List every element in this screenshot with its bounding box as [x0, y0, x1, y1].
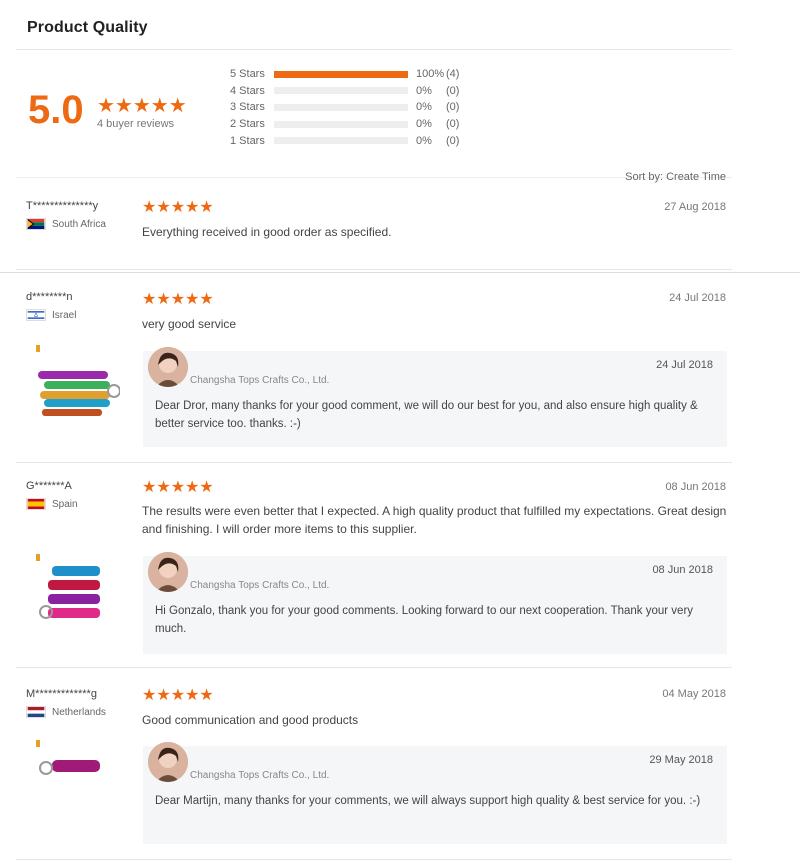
review-stars: ★★★★★: [142, 687, 214, 704]
distribution-percent: 0%: [416, 101, 432, 114]
distribution-count: (0): [446, 84, 460, 97]
distribution-row-2[interactable]: 2 Stars 0% (0): [230, 116, 470, 133]
country-name: Netherlands: [52, 706, 106, 718]
reply-date: 08 Jun 2018: [652, 564, 713, 576]
star-icons: ★★★★★: [97, 95, 187, 117]
review-stars: ★★★★★: [142, 199, 214, 216]
seller-reply: Changsha Tops Crafts Co., Ltd. 29 May 20…: [143, 742, 727, 844]
review-date: 08 Jun 2018: [665, 481, 726, 493]
average-stars: ★★★★★: [97, 93, 187, 118]
distribution-count: (4): [446, 68, 460, 81]
reviewer-country: Israel: [26, 309, 76, 321]
review-date: 24 Jul 2018: [669, 292, 726, 304]
section-divider: [0, 272, 800, 273]
buyer-review-count: 4 buyer reviews: [97, 118, 175, 130]
review-photo-thumbnail[interactable]: [30, 552, 120, 632]
distribution-bar: [274, 103, 408, 111]
review-item: G*******A Spain ★★★★★ 08 Jun 2018 The re…: [16, 468, 732, 668]
distribution-row-4[interactable]: 4 Stars 0% (0): [230, 83, 470, 100]
reply-text: Dear Dror, many thanks for your good com…: [155, 400, 698, 430]
distribution-row-5[interactable]: 5 Stars 100% (4): [230, 66, 470, 83]
seller-reply: Changsha Tops Crafts Co., Ltd. 24 Jul 20…: [143, 347, 727, 447]
distribution-label: 3 Stars: [230, 101, 265, 114]
distribution-percent: 0%: [416, 134, 432, 147]
distribution-percent: 100%: [416, 68, 445, 81]
country-name: Spain: [52, 498, 78, 510]
distribution-label: 4 Stars: [230, 84, 265, 97]
distribution-row-3[interactable]: 3 Stars 0% (0): [230, 99, 470, 116]
distribution-bar: [274, 87, 408, 95]
distribution-label: 2 Stars: [230, 118, 265, 131]
seller-avatar: [148, 742, 188, 782]
bottle-opener-photo-icon: [36, 554, 100, 619]
panel-header: Product Quality: [16, 0, 732, 50]
review-text: very good service: [142, 317, 237, 331]
reviewer-name: G*******A: [26, 480, 72, 492]
seller-avatar-icon: [148, 742, 188, 782]
reply-date: 24 Jul 2018: [656, 359, 713, 371]
review-stars: ★★★★★: [142, 479, 214, 496]
seller-name: Changsha Tops Crafts Co., Ltd.: [190, 580, 330, 591]
reviewer-country: South Africa: [26, 218, 106, 230]
seller-name: Changsha Tops Crafts Co., Ltd.: [190, 770, 330, 781]
reviewer-country: Netherlands: [26, 706, 106, 718]
reviewer-name: T**************y: [26, 200, 99, 212]
seller-name: Changsha Tops Crafts Co., Ltd.: [190, 375, 330, 386]
seller-avatar: [148, 347, 188, 387]
review-item: T**************y South Africa ★★★★★ 27 A…: [16, 180, 732, 270]
review-photo-thumbnail[interactable]: [30, 343, 121, 423]
distribution-label: 5 Stars: [230, 68, 265, 81]
reviewer-name: M*************g: [26, 688, 97, 700]
rating-distribution: 5 Stars 100% (4) 4 Stars 0% (0) 3 Stars …: [230, 66, 470, 149]
review-item: M*************g Netherlands ★★★★★ 04 May…: [16, 676, 732, 860]
product-quality-panel: Product Quality 5.0 ★★★★★ 4 buyer review…: [16, 0, 732, 861]
reply-date: 29 May 2018: [649, 754, 713, 766]
seller-avatar-icon: [148, 347, 188, 387]
distribution-percent: 0%: [416, 84, 432, 97]
distribution-bar: [274, 137, 408, 145]
bottle-opener-photo-icon: [36, 345, 121, 416]
reply-text: Hi Gonzalo, thank you for your good comm…: [155, 605, 694, 635]
seller-avatar: [148, 552, 188, 592]
distribution-count: (0): [446, 118, 460, 131]
reply-text: Dear Martijn, many thanks for your comme…: [155, 795, 701, 807]
review-photo-thumbnail[interactable]: [30, 738, 120, 818]
distribution-count: (0): [446, 101, 460, 114]
country-name: South Africa: [52, 218, 106, 230]
seller-reply: Changsha Tops Crafts Co., Ltd. 08 Jun 20…: [143, 552, 727, 654]
review-text: Everything received in good order as spe…: [142, 225, 392, 239]
review-text: Good communication and good products: [142, 713, 359, 727]
review-date: 27 Aug 2018: [664, 201, 726, 213]
review-text: The results were even better that I expe…: [142, 504, 727, 536]
netherlands-flag-icon: [26, 706, 46, 718]
distribution-count: (0): [446, 134, 460, 147]
spain-flag-icon: [26, 498, 46, 510]
distribution-bar: [274, 120, 408, 128]
distribution-label: 1 Stars: [230, 134, 265, 147]
page-title: Product Quality: [27, 19, 148, 36]
review-item: d********n Israel ★★★★★ 24 Jul 2018 very…: [16, 275, 732, 463]
country-name: Israel: [52, 309, 77, 321]
review-stars: ★★★★★: [142, 291, 214, 308]
south-africa-flag-icon: [26, 218, 46, 230]
distribution-row-1[interactable]: 1 Stars 0% (0): [230, 132, 470, 149]
average-score: 5.0: [28, 88, 84, 132]
reviewer-name: d********n: [26, 291, 73, 303]
distribution-percent: 0%: [416, 118, 432, 131]
seller-avatar-icon: [148, 552, 188, 592]
distribution-bar-fill: [274, 70, 408, 78]
reviewer-country: Spain: [26, 498, 78, 510]
review-date: 04 May 2018: [662, 688, 726, 700]
distribution-bar: [274, 70, 408, 78]
israel-flag-icon: [26, 309, 46, 321]
bottle-opener-photo-icon: [36, 740, 100, 775]
